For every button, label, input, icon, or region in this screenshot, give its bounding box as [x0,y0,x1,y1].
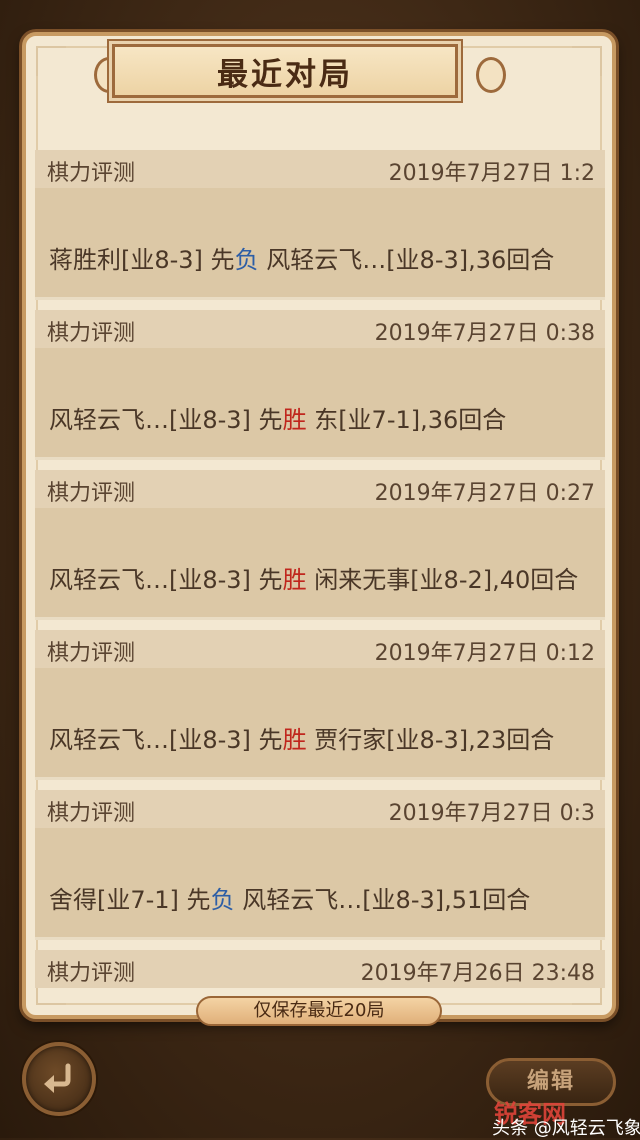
black-player: 风轻云飞…[业8-3],36回合 [258,246,555,274]
back-button[interactable] [22,1042,96,1116]
record-header: 棋力评测 2019年7月27日 0:38 [35,310,605,349]
record-type: 棋力评测 [47,801,136,826]
record-header: 棋力评测 2019年7月27日 0:12 [35,630,605,669]
record-summary: 蒋胜利[业8-3] 先负 风轻云飞…[业8-3],36回合 [49,240,554,275]
title-scroll-ornament-right [476,57,506,93]
red-player: 风轻云飞…[业8-3] 先 [49,566,283,594]
corner-ornament [36,46,66,76]
red-player: 蒋胜利[业8-3] 先 [49,246,235,274]
red-player: 风轻云飞…[业8-3] 先 [49,726,283,754]
result-win: 胜 [282,406,307,434]
game-record[interactable]: 棋力评测 2019年7月27日 0:27 风轻云飞…[业8-3] 先胜 闲来无事… [35,470,605,624]
record-body: 风轻云飞…[业8-3] 先胜 闲来无事[业8-2],40回合 [35,508,605,620]
result-win: 胜 [282,566,307,594]
record-type: 棋力评测 [47,481,136,506]
red-player: 风轻云飞…[业8-3] 先 [49,406,283,434]
result-win: 胜 [282,726,307,754]
record-time: 2019年7月27日 1:2 [388,161,595,186]
result-lose: 负 [210,886,235,914]
record-time: 2019年7月27日 0:38 [374,321,595,346]
black-player: 风轻云飞…[业8-3],51回合 [234,886,531,914]
record-header: 棋力评测 2019年7月27日 1:2 [35,150,605,189]
record-body: 蒋胜利[业8-3] 先负 风轻云飞…[业8-3],36回合 [35,188,605,300]
record-header: 棋力评测 2019年7月26日 23:48 [35,950,605,988]
record-body: 风轻云飞…[业8-3] 先胜 贾行家[业8-3],23回合 [35,668,605,780]
game-record[interactable]: 棋力评测 2019年7月27日 0:12 风轻云飞…[业8-3] 先胜 贾行家[… [35,630,605,784]
record-summary: 风轻云飞…[业8-3] 先胜 贾行家[业8-3],23回合 [49,720,554,755]
record-type: 棋力评测 [47,961,136,986]
game-record-list[interactable]: 棋力评测 2019年7月27日 1:2 蒋胜利[业8-3] 先负 风轻云飞…[业… [35,150,605,988]
result-lose: 负 [234,246,259,274]
back-arrow-icon [44,1063,71,1093]
game-record[interactable]: 棋力评测 2019年7月27日 0:3 舍得[业7-1] 先负 风轻云飞…[业8… [35,790,605,944]
record-summary: 风轻云飞…[业8-3] 先胜 东[业7-1],36回合 [49,400,506,435]
record-time: 2019年7月26日 23:48 [360,961,595,986]
record-time: 2019年7月27日 0:27 [374,481,595,506]
record-type: 棋力评测 [47,161,136,186]
record-header: 棋力评测 2019年7月27日 0:27 [35,470,605,509]
game-record[interactable]: 棋力评测 2019年7月27日 0:38 风轻云飞…[业8-3] 先胜 东[业7… [35,310,605,464]
record-summary: 舍得[业7-1] 先负 风轻云飞…[业8-3],51回合 [49,880,530,915]
record-body: 风轻云飞…[业8-3] 先胜 东[业7-1],36回合 [35,348,605,460]
save-limit-note: 仅保存最近20局 [196,996,442,1026]
red-player: 舍得[业7-1] 先 [49,886,211,914]
black-player: 东[业7-1],36回合 [306,406,507,434]
page-title: 最近对局 [217,56,353,93]
record-type: 棋力评测 [47,641,136,666]
record-type: 棋力评测 [47,321,136,346]
record-body: 舍得[业7-1] 先负 风轻云飞…[业8-3],51回合 [35,828,605,940]
record-header: 棋力评测 2019年7月27日 0:3 [35,790,605,829]
game-record[interactable]: 棋力评测 2019年7月26日 23:48 [35,950,605,988]
record-time: 2019年7月27日 0:3 [388,801,595,826]
corner-ornament [572,46,602,76]
game-record[interactable]: 棋力评测 2019年7月27日 1:2 蒋胜利[业8-3] 先负 风轻云飞…[业… [35,150,605,304]
black-player: 闲来无事[业8-2],40回合 [306,566,579,594]
black-player: 贾行家[业8-3],23回合 [306,726,555,754]
source-attribution: 头条 @风轻云飞象棋 [492,1118,640,1139]
title-plaque: 最近对局 [112,44,458,98]
record-time: 2019年7月27日 0:12 [374,641,595,666]
record-summary: 风轻云飞…[业8-3] 先胜 闲来无事[业8-2],40回合 [49,560,578,595]
